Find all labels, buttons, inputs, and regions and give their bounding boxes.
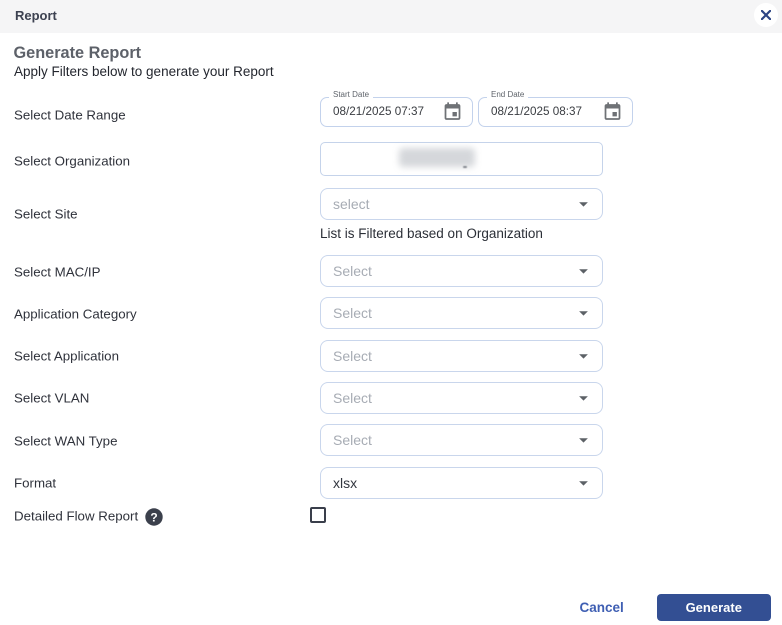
svg-text:?: ? [150, 510, 157, 524]
